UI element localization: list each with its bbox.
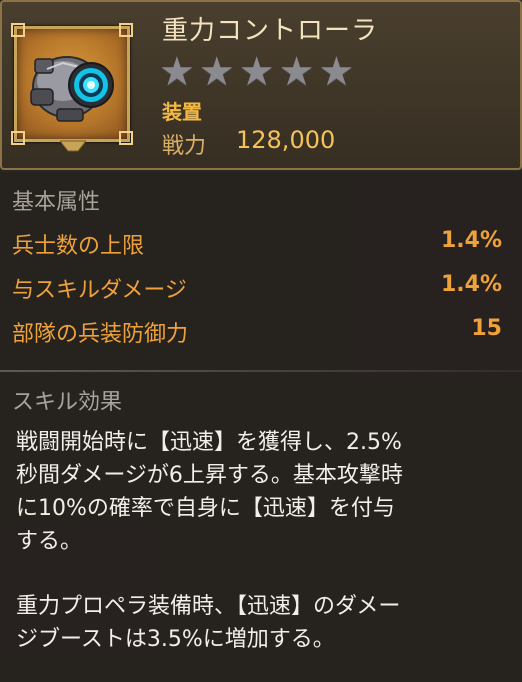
skill-description-bonus: 重力プロペラ装備時、【迅速】のダメー ジブーストは3.5%に増加する。 (16, 590, 506, 656)
star-icon: ★ (318, 49, 355, 95)
star-icon: ★ (278, 49, 315, 95)
basic-attributes-title: 基本属性 (12, 190, 101, 215)
item-type: 装置 (162, 100, 202, 124)
star-icon: ★ (159, 49, 195, 95)
item-details: 基本属性 兵士数の上限 1.4% 与スキルダメージ 1.4% 部隊の兵装防御力 … (0, 172, 522, 682)
attribute-row: 部隊の兵装防御力 15 (12, 316, 502, 347)
attribute-name: 与スキルダメージ (12, 278, 187, 303)
attribute-value: 1.4% (440, 228, 502, 253)
power-label: 戦力 (162, 134, 207, 159)
skill-line: 重力プロペラ装備時、【迅速】のダメー (16, 594, 401, 619)
star-icon: ★ (198, 49, 235, 95)
item-name: 重力コントローラ (162, 16, 379, 46)
item-icon-frame (11, 23, 133, 145)
section-divider (0, 370, 522, 372)
attribute-value: 15 (471, 316, 502, 341)
skill-line: 秒間ダメージが6上昇する。基本攻撃時 (16, 463, 403, 488)
star-icon: ★ (238, 49, 275, 95)
skill-effect-title: スキル効果 (12, 390, 123, 415)
icon-frame-ornament (60, 140, 86, 152)
attribute-value: 1.4% (440, 272, 502, 297)
power-value: 128,000 (236, 126, 336, 154)
item-header: 重力コントローラ ★ ★ ★ ★ ★ 装置 戦力 128,000 (0, 0, 522, 170)
attribute-name: 部隊の兵装防御力 (12, 322, 189, 347)
attribute-row: 兵士数の上限 1.4% (12, 228, 502, 259)
skill-description: 戦闘開始時に【迅速】を獲得し、2.5% 秒間ダメージが6上昇する。基本攻撃時 に… (16, 426, 506, 558)
skill-line: 戦闘開始時に【迅速】を獲得し、2.5% (16, 430, 402, 455)
star-rating: ★ ★ ★ ★ ★ (159, 52, 354, 92)
skill-line: する。 (16, 529, 83, 554)
attribute-name: 兵士数の上限 (12, 234, 145, 259)
skill-line: に10%の確率で自身に【迅速】を付与 (16, 496, 395, 521)
attribute-row: 与スキルダメージ 1.4% (12, 272, 502, 303)
gravity-controller-device-icon (30, 56, 114, 122)
skill-line: ジブーストは3.5%に増加する。 (16, 627, 335, 652)
